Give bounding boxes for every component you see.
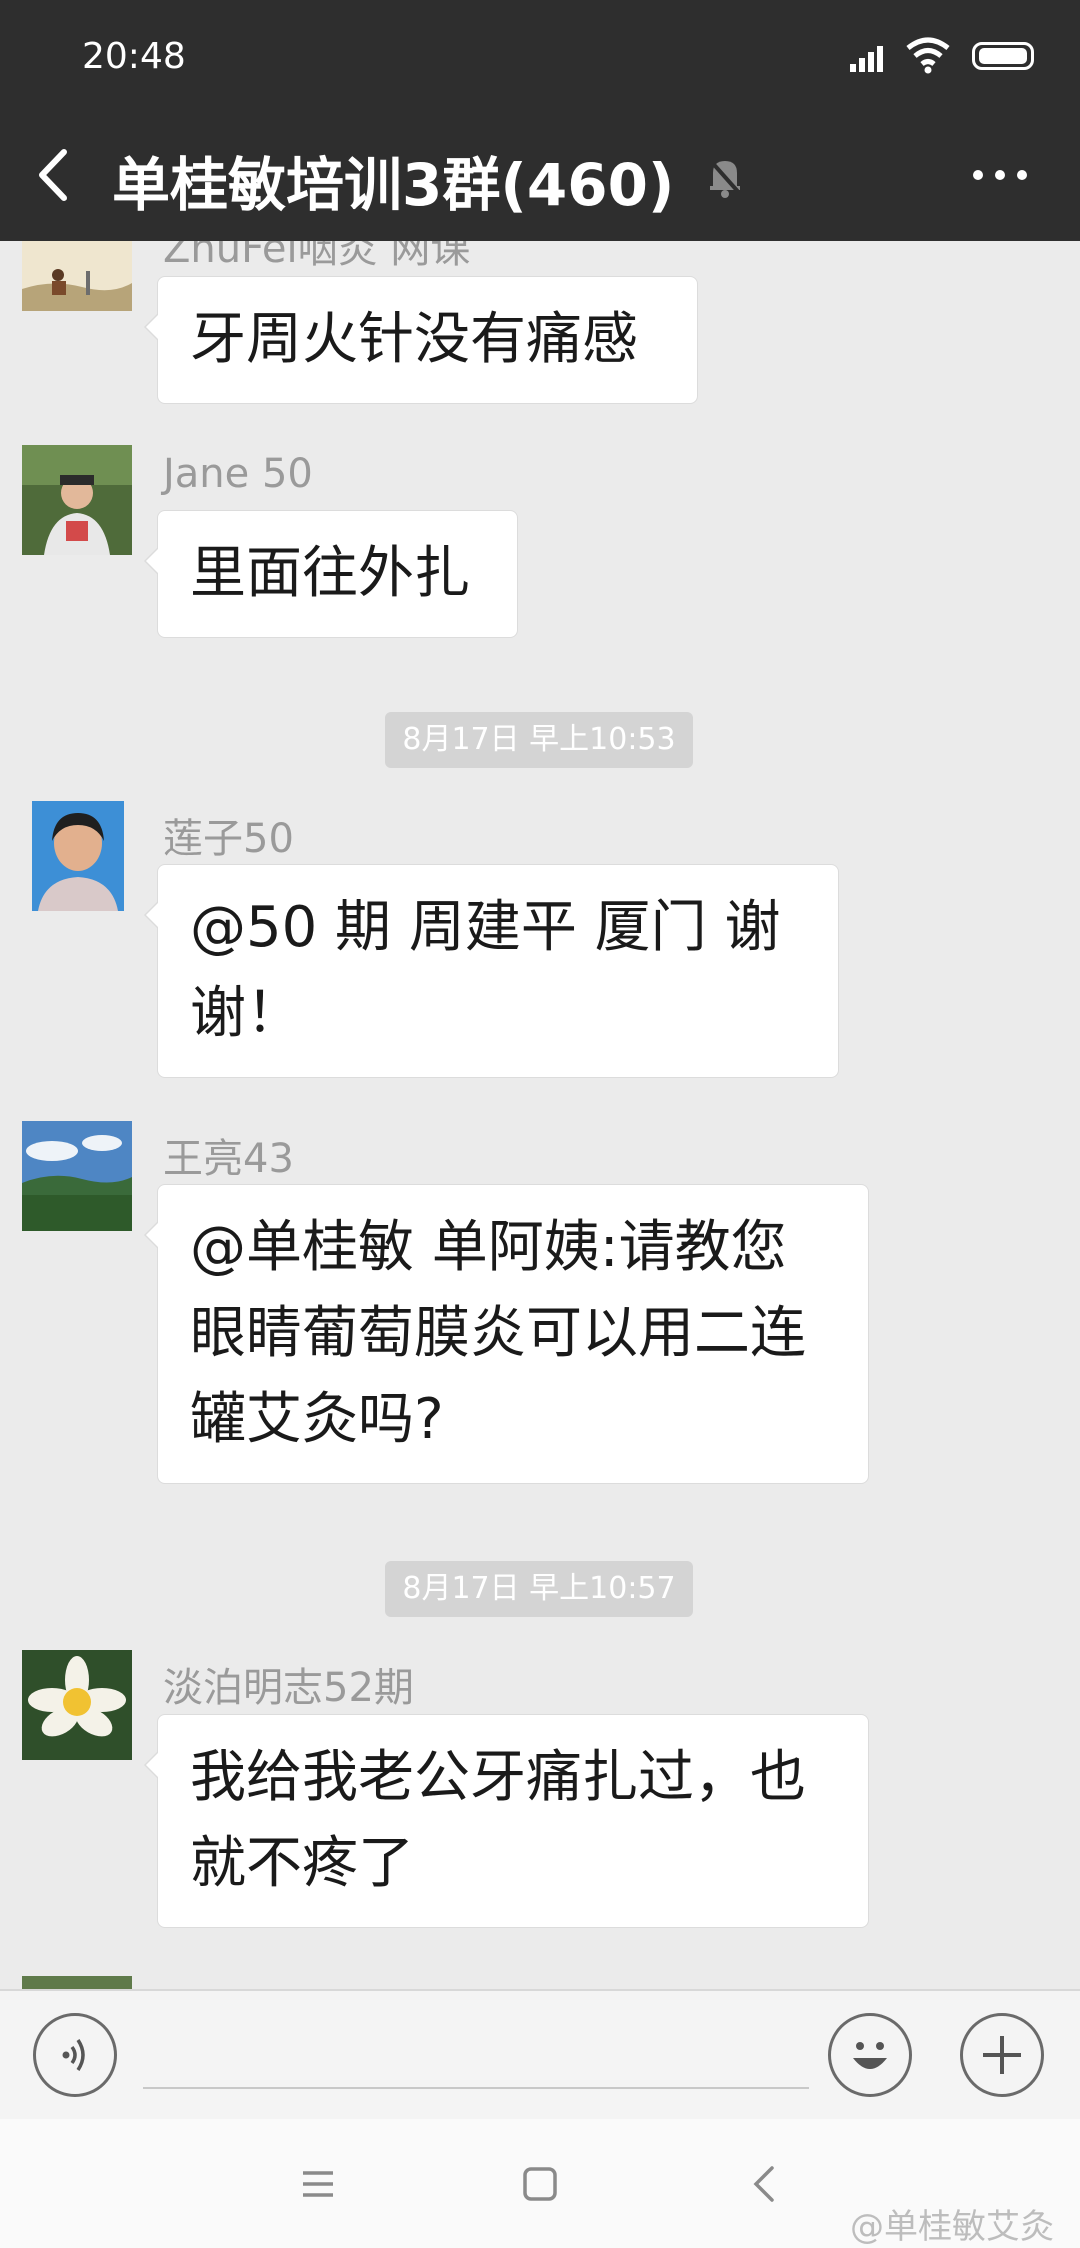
voice-icon[interactable] bbox=[33, 2013, 117, 2097]
sender-name: 淡泊明志52期 bbox=[163, 1665, 414, 1711]
input-bar bbox=[0, 1989, 1080, 2121]
mute-bell-icon bbox=[707, 157, 743, 198]
sender-name: ZhuFei咽炎 网课 bbox=[163, 241, 471, 272]
avatar[interactable] bbox=[22, 1975, 132, 1989]
more-icon[interactable] bbox=[970, 160, 1030, 190]
message-bubble[interactable]: 我给我老公牙痛扎过，也就不疼了 bbox=[144, 1714, 869, 1928]
chat-title: 单桂敏培训3群(460) bbox=[112, 151, 675, 219]
message-list: ZhuFei咽炎 网课 牙周火针没有痛感 Jane 50 里面往外扎 8月17日… bbox=[0, 241, 1080, 1989]
signal-icon bbox=[850, 46, 883, 72]
status-time: 20:48 bbox=[82, 36, 186, 77]
battery-icon bbox=[972, 42, 1034, 70]
sender-name: Jane 50 bbox=[163, 451, 313, 497]
avatar[interactable] bbox=[22, 1650, 132, 1760]
sender-name: 莲子50 bbox=[163, 816, 294, 862]
watermark: @单桂敏艾灸 bbox=[850, 2207, 1054, 2247]
avatar[interactable] bbox=[22, 241, 132, 311]
message-bubble[interactable]: @单桂敏 单阿姨:请教您眼睛葡萄膜炎可以用二连罐艾灸吗? bbox=[144, 1184, 869, 1484]
plus-icon[interactable] bbox=[960, 2013, 1044, 2097]
back-nav-icon[interactable] bbox=[735, 2154, 795, 2214]
timestamp: 8月17日 早上10:53 bbox=[385, 712, 693, 768]
avatar[interactable] bbox=[22, 1121, 132, 1231]
avatar[interactable] bbox=[32, 801, 124, 911]
timestamp: 8月17日 早上10:57 bbox=[385, 1561, 693, 1617]
avatar[interactable] bbox=[22, 445, 132, 555]
system-nav-bar: @单桂敏艾灸 bbox=[0, 2119, 1080, 2248]
message-bubble[interactable]: @50 期 周建平 厦门 谢谢！ bbox=[144, 864, 839, 1078]
wifi-icon bbox=[906, 37, 950, 74]
message-bubble[interactable]: 里面往外扎 bbox=[144, 510, 518, 638]
top-bar: 20:48 单桂敏培训3群(460) bbox=[0, 0, 1080, 241]
emoji-icon[interactable] bbox=[828, 2013, 912, 2097]
menu-icon[interactable] bbox=[288, 2154, 348, 2214]
sender-name: 王亮43 bbox=[163, 1136, 294, 1182]
message-input[interactable] bbox=[143, 2011, 809, 2089]
message-bubble[interactable]: 牙周火针没有痛感 bbox=[144, 276, 698, 404]
home-icon[interactable] bbox=[510, 2154, 570, 2214]
back-arrow-icon[interactable] bbox=[30, 140, 80, 210]
